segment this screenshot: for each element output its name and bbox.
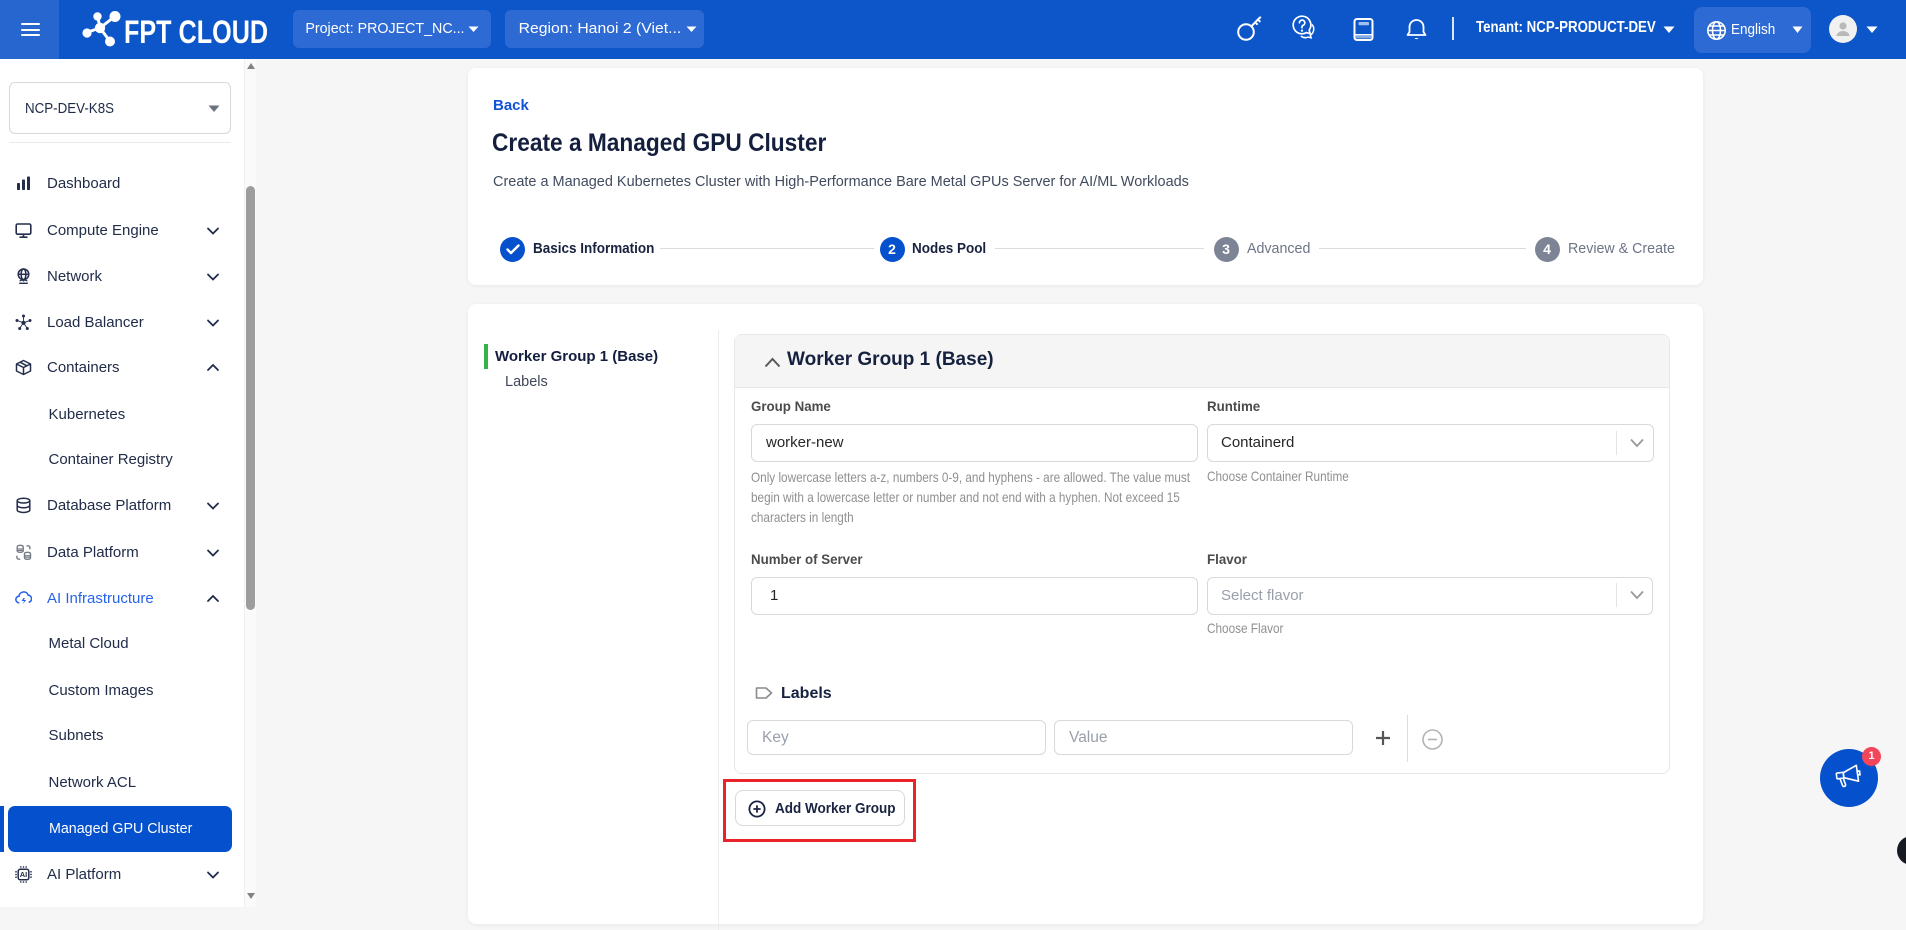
svg-text:AI: AI bbox=[20, 870, 28, 879]
